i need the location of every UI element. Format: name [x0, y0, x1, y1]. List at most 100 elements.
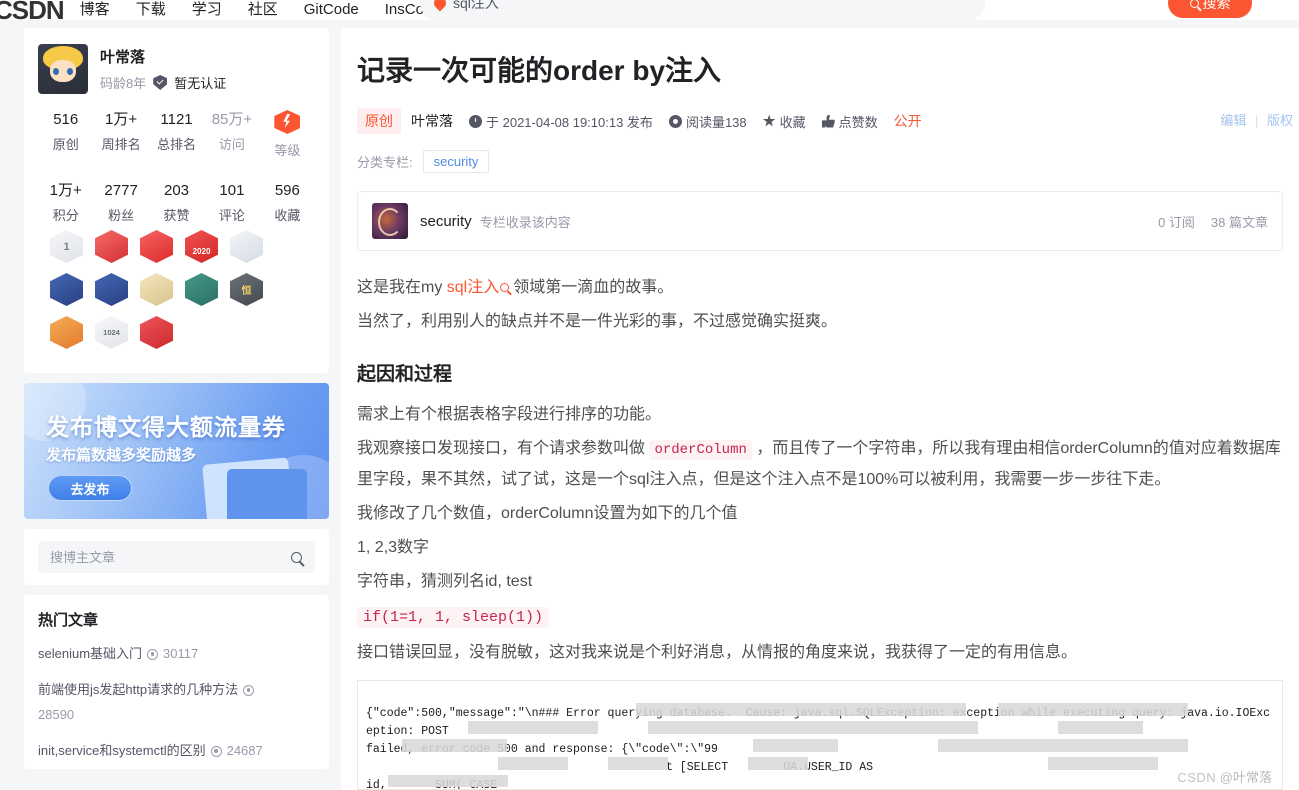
- copyright-link[interactable]: 版权: [1267, 113, 1293, 128]
- global-search-box[interactable]: sql注入: [420, 0, 985, 20]
- certification-label: 暂无认证: [174, 76, 227, 91]
- article-body: 这是我在my sql注入 领域第一滴血的故事。 当然了，利用别人的缺点并不是一件光…: [357, 273, 1283, 790]
- list-item[interactable]: 前端使用js发起http请求的几种方法 28590: [38, 672, 315, 733]
- category-label: 分类专栏:: [357, 155, 413, 170]
- paragraph-7: 字符串，猜测列名id, test: [357, 573, 533, 590]
- stat-fans-label: 粉丝: [108, 208, 135, 223]
- badge-pen-red-icon[interactable]: [140, 316, 173, 349]
- blog-search-button[interactable]: [277, 541, 315, 573]
- stat-comments[interactable]: 101 评论: [204, 181, 259, 224]
- profile-name[interactable]: 叶常落: [100, 46, 226, 67]
- search-icon: [290, 551, 302, 563]
- badge-anniversary-icon[interactable]: 1: [50, 230, 83, 263]
- hot-article-views: 30117: [163, 646, 199, 661]
- list-item[interactable]: init,service和systemctl的区别 24687: [38, 733, 315, 769]
- nav-item-learn[interactable]: 学习: [192, 0, 222, 20]
- badge-persist-icon[interactable]: 恒: [230, 273, 263, 306]
- edit-button[interactable]: 编辑: [1220, 113, 1246, 128]
- search-icon: [500, 283, 510, 292]
- global-search-input[interactable]: sql注入: [453, 0, 499, 13]
- sql-injection-highlight[interactable]: sql注入: [447, 279, 499, 296]
- stat-level[interactable]: 等级: [260, 110, 315, 159]
- banner-publish-button[interactable]: 去发布: [48, 475, 132, 501]
- stat-comments-value: 101: [219, 182, 245, 199]
- column-desc: 专栏收录该内容: [479, 214, 571, 230]
- stat-likes[interactable]: 203 获赞: [149, 181, 204, 224]
- column-name[interactable]: security: [420, 213, 472, 230]
- stat-visits-value: 85万+: [211, 111, 253, 128]
- paragraph-intro: 这是我在my sql注入 领域第一滴血的故事。: [357, 273, 1283, 303]
- stat-fans[interactable]: 2777 粉丝: [93, 181, 148, 224]
- profile-header: 叶常落 码龄8年 暂无认证: [38, 44, 315, 94]
- column-stats: 0 订阅 38 篇文章: [1158, 212, 1268, 231]
- badge-monkey-icon[interactable]: [230, 230, 263, 263]
- stat-weekly-rank[interactable]: 1万+ 周排名: [93, 110, 148, 159]
- badge-rocket-blue-icon[interactable]: [50, 273, 83, 306]
- clock-icon: [469, 114, 482, 128]
- blog-search-input[interactable]: [38, 549, 277, 565]
- hot-articles-card: 热门文章 selenium基础入门 30117 前端使用js发起http请求的几…: [24, 595, 329, 769]
- badge-book-icon[interactable]: [50, 316, 83, 349]
- stat-original[interactable]: 516 原创: [38, 110, 93, 159]
- badge-1024-icon[interactable]: 1024: [95, 316, 128, 349]
- paragraph-4: 我观察接口发现接口，有个请求参数叫做 orderColumn ，而且传了一个字符…: [357, 434, 1283, 495]
- category-tag-security[interactable]: security: [422, 150, 490, 173]
- paragraph-6: 1, 2,3数字: [357, 539, 430, 556]
- promo-banner[interactable]: 发布博文得大额流量券 发布篇数越多奖励越多 去发布: [24, 383, 329, 519]
- redaction-block: [402, 739, 507, 752]
- csdn-watermark: CSDN @叶常落: [1177, 769, 1272, 787]
- article-actions-right: 编辑 | 版权: [1220, 110, 1293, 129]
- article-collect-button[interactable]: 收藏: [762, 112, 806, 131]
- article-meta-bar: 原创 叶常落 于 2021-04-08 19:10:13 发布 阅读量138 收…: [357, 108, 1293, 134]
- paragraph-3: 需求上有个根据表格字段进行排序的功能。: [357, 406, 662, 423]
- badge-rocket-orange-icon[interactable]: [95, 273, 128, 306]
- thumb-up-icon: [821, 114, 835, 128]
- list-item[interactable]: selenium基础入门 30117: [38, 636, 315, 672]
- redaction-block: [1058, 721, 1143, 734]
- profile-subline: 码龄8年 暂无认证: [100, 73, 226, 92]
- nav-item-blog[interactable]: 博客: [80, 0, 110, 20]
- csdn-logo[interactable]: CSDN: [0, 0, 80, 20]
- status-badge: 原创: [357, 108, 401, 134]
- paragraph-2: 当然了，利用别人的缺点并不是一件光彩的事，不过感觉确实挺爽。: [357, 313, 838, 330]
- nav-items: 博客 下载 学习 社区 GitCode InsCode: [80, 0, 441, 20]
- star-icon: [762, 114, 776, 127]
- article-like-button[interactable]: 点赞数: [821, 112, 878, 131]
- badge-star-2020-icon[interactable]: 2020: [185, 230, 218, 263]
- article-author[interactable]: 叶常落: [411, 111, 453, 131]
- badge-lantern-icon[interactable]: [140, 230, 173, 263]
- stat-collections-label: 收藏: [274, 208, 301, 223]
- stat-points[interactable]: 1万+ 积分: [38, 181, 93, 224]
- avatar-eye-right: [67, 68, 73, 75]
- badge-list-green-icon[interactable]: [185, 273, 218, 306]
- stat-total-rank[interactable]: 1121 总排名: [149, 110, 204, 159]
- stat-comments-label: 评论: [218, 208, 245, 223]
- stat-visits[interactable]: 85万+ 访问: [204, 110, 259, 159]
- column-card[interactable]: security 专栏收录该内容 0 订阅 38 篇文章: [357, 191, 1283, 251]
- stat-original-value: 516: [53, 111, 79, 128]
- search-icon: [1189, 0, 1199, 8]
- redaction-block: [753, 739, 838, 752]
- stat-weekly-rank-value: 1万+: [105, 111, 138, 128]
- redaction-block: [1048, 757, 1158, 770]
- stat-collections[interactable]: 596 收藏: [260, 181, 315, 224]
- csdn-watermark-user: @叶常落: [1219, 770, 1272, 785]
- top-navigation-bar: CSDN 博客 下载 学习 社区 GitCode InsCode sql注入 搜…: [0, 0, 1299, 20]
- nav-item-download[interactable]: 下载: [136, 0, 166, 20]
- badge-newyear-red-icon[interactable]: [95, 230, 128, 263]
- profile-stats-row-2: 1万+ 积分 2777 粉丝 203 获赞 101 评论 596 收藏: [38, 181, 315, 224]
- nav-item-community[interactable]: 社区: [248, 0, 278, 20]
- hot-article-views: 24687: [226, 743, 263, 758]
- hot-article-name: 前端使用js发起http请求的几种方法: [38, 682, 239, 697]
- search-button[interactable]: 搜索: [1168, 0, 1252, 18]
- views-icon: [243, 684, 255, 696]
- nav-item-gitcode[interactable]: GitCode: [304, 0, 359, 20]
- views-icon: [147, 648, 159, 660]
- column-article-count: 38 篇文章: [1210, 214, 1268, 230]
- blog-search-box[interactable]: [38, 541, 315, 573]
- avatar[interactable]: [38, 44, 88, 94]
- inline-code-sleep: if(1=1, 1, sleep(1)): [357, 607, 550, 628]
- banner-subline: 发布篇数越多奖励越多: [46, 447, 197, 464]
- badge-list: 1 2020 恒 1024: [38, 224, 315, 363]
- badge-gold-star-icon[interactable]: [140, 273, 173, 306]
